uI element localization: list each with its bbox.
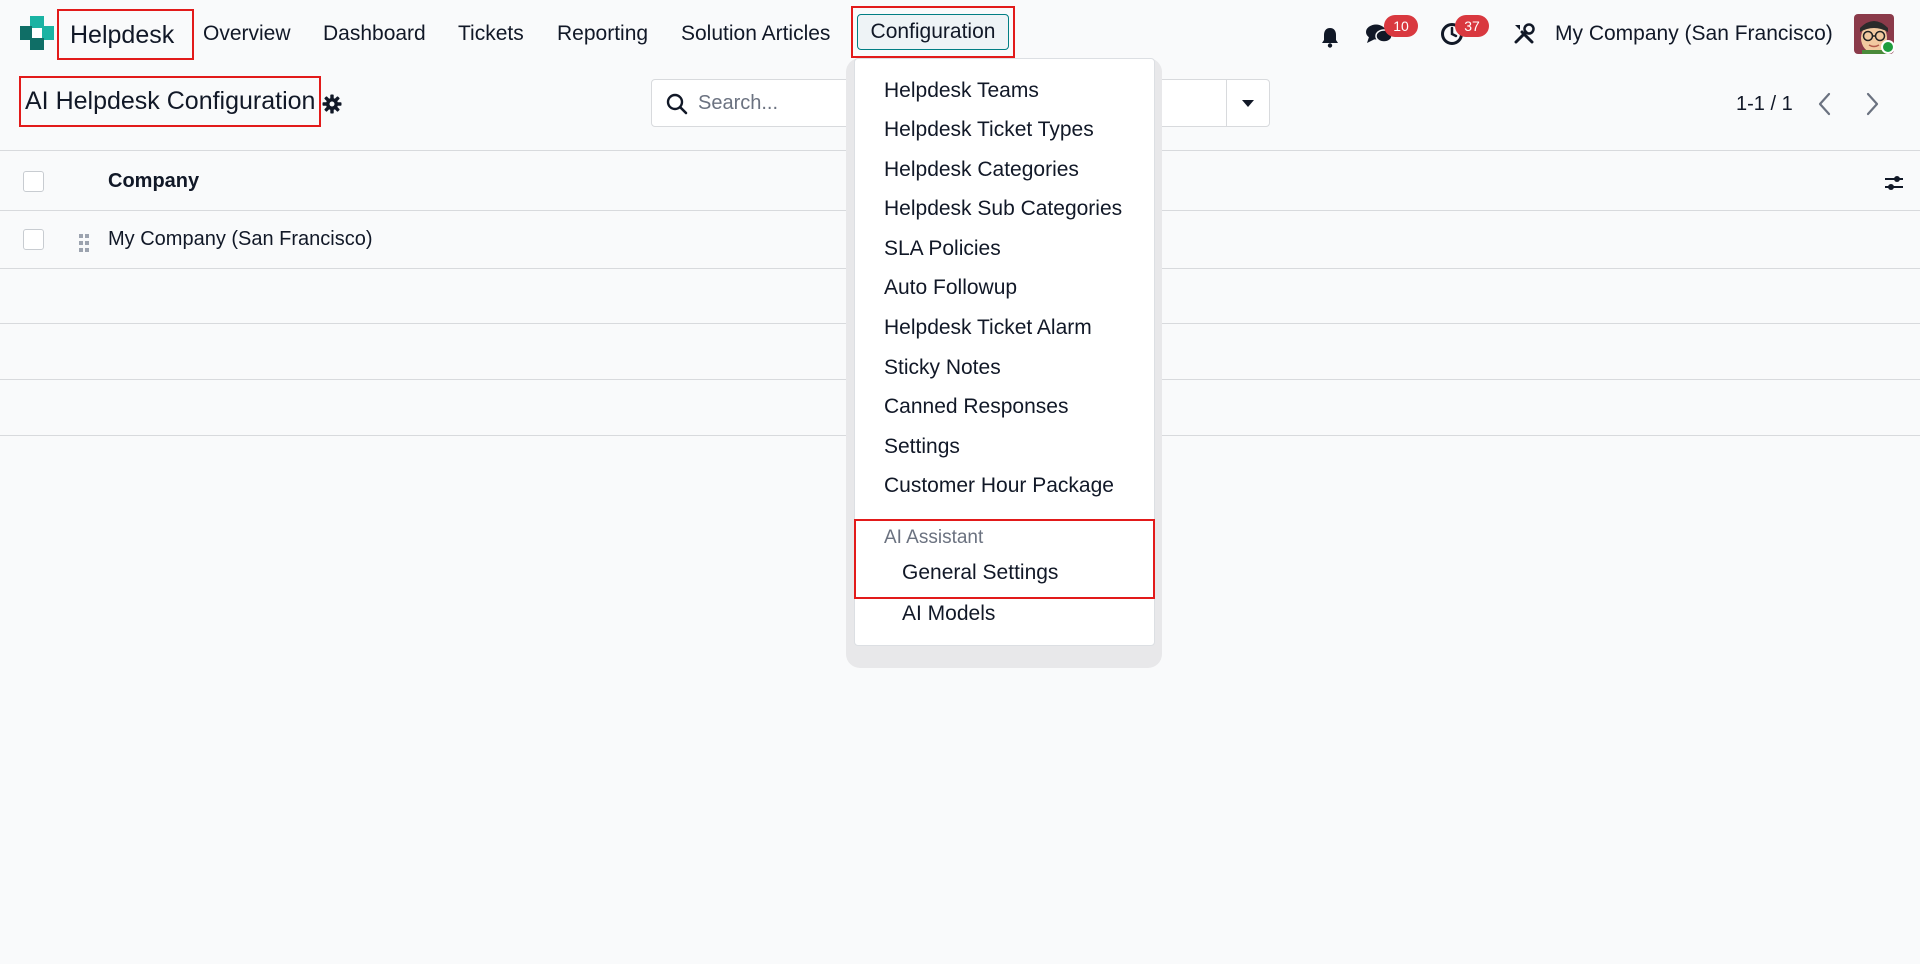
gear-icon[interactable] bbox=[322, 94, 342, 114]
caret-down-icon bbox=[1242, 100, 1254, 107]
activities-badge: 37 bbox=[1455, 15, 1489, 37]
row-checkbox[interactable] bbox=[23, 229, 44, 250]
drag-handle-icon[interactable] bbox=[78, 233, 90, 253]
online-status-dot bbox=[1881, 40, 1895, 54]
menu-item-sla-policies[interactable]: SLA Policies bbox=[884, 234, 1001, 264]
menu-item-helpdesk-ticket-types[interactable]: Helpdesk Ticket Types bbox=[884, 115, 1094, 145]
page-title[interactable]: AI Helpdesk Configuration bbox=[25, 78, 315, 125]
menu-item-helpdesk-sub-categories[interactable]: Helpdesk Sub Categories bbox=[884, 194, 1122, 224]
menu-item-ai-models[interactable]: AI Models bbox=[902, 599, 995, 629]
select-all-checkbox[interactable] bbox=[23, 171, 44, 192]
menu-configuration-highlight: Configuration bbox=[851, 6, 1015, 58]
bell-icon[interactable] bbox=[1319, 26, 1341, 48]
sliders-icon[interactable] bbox=[1883, 172, 1905, 194]
menu-item-helpdesk-teams[interactable]: Helpdesk Teams bbox=[884, 76, 1039, 106]
menu-solution-articles[interactable]: Solution Articles bbox=[681, 0, 830, 68]
menu-overview[interactable]: Overview bbox=[203, 0, 291, 68]
menu-configuration[interactable]: Configuration bbox=[857, 14, 1009, 50]
menu-item-settings[interactable]: Settings bbox=[884, 432, 960, 462]
column-header-company[interactable]: Company bbox=[108, 151, 199, 212]
menu-item-canned-responses[interactable]: Canned Responses bbox=[884, 392, 1068, 422]
company-switcher[interactable]: My Company (San Francisco) bbox=[1555, 0, 1833, 68]
menu-tickets[interactable]: Tickets bbox=[458, 0, 524, 68]
cell-company: My Company (San Francisco) bbox=[108, 228, 373, 250]
app-name-link[interactable]: Helpdesk bbox=[57, 9, 194, 60]
tools-icon[interactable] bbox=[1512, 22, 1536, 46]
page-title-highlight: AI Helpdesk Configuration bbox=[19, 76, 321, 127]
menu-dashboard[interactable]: Dashboard bbox=[323, 0, 426, 68]
menu-reporting[interactable]: Reporting bbox=[557, 0, 648, 68]
menu-item-helpdesk-ticket-alarm[interactable]: Helpdesk Ticket Alarm bbox=[884, 313, 1092, 343]
menu-item-helpdesk-categories[interactable]: Helpdesk Categories bbox=[884, 155, 1079, 185]
pager-value[interactable]: 1-1 / 1 bbox=[1736, 88, 1793, 120]
ai-assistant-highlight bbox=[854, 519, 1155, 599]
chevron-left-icon[interactable] bbox=[1812, 90, 1838, 118]
helpdesk-logo-icon[interactable] bbox=[20, 16, 54, 50]
menu-item-auto-followup[interactable]: Auto Followup bbox=[884, 273, 1017, 303]
search-icon bbox=[666, 93, 688, 115]
chevron-right-icon[interactable] bbox=[1859, 90, 1885, 118]
search-options-toggle[interactable] bbox=[1226, 80, 1269, 126]
messages-badge: 10 bbox=[1384, 15, 1418, 37]
menu-item-sticky-notes[interactable]: Sticky Notes bbox=[884, 353, 1001, 383]
menu-item-customer-hour-package[interactable]: Customer Hour Package bbox=[884, 471, 1114, 501]
